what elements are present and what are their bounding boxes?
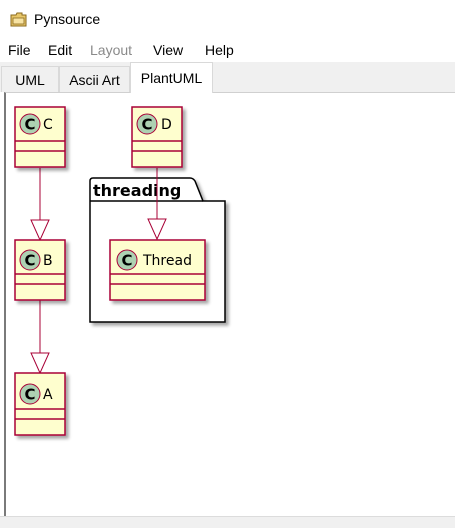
class-name-d: D [161, 117, 172, 133]
edge-b-to-a [30, 300, 50, 375]
status-bar [0, 516, 455, 528]
title-bar: Pynsource [0, 0, 455, 38]
stereotype-letter: C [141, 116, 152, 134]
stereotype-letter: C [24, 116, 35, 134]
menu-edit[interactable]: Edit [48, 42, 72, 58]
class-d[interactable]: C D [131, 106, 183, 168]
menu-view[interactable]: View [153, 42, 183, 58]
stereotype-letter: C [24, 252, 35, 270]
tab-plantuml[interactable]: PlantUML [130, 62, 213, 93]
edge-c-to-b [30, 168, 50, 242]
tab-bar: UML Ascii Art PlantUML [0, 62, 455, 93]
stereotype-letter: C [121, 252, 132, 270]
menu-bar: File Edit Layout View Help [0, 38, 455, 62]
folder-icon [10, 12, 27, 27]
class-name-b: B [43, 253, 53, 269]
class-thread[interactable]: C Thread [109, 239, 206, 301]
uml-diagram: threading C C C D C B C Thread C A [14, 106, 226, 436]
class-name-thread: Thread [142, 253, 192, 269]
tab-uml[interactable]: UML [1, 66, 59, 92]
class-c[interactable]: C C [14, 106, 66, 168]
menu-file[interactable]: File [8, 42, 31, 58]
window-title: Pynsource [34, 11, 101, 27]
package-label: threading [93, 181, 181, 200]
tab-ascii-art[interactable]: Ascii Art [59, 66, 130, 92]
menu-help[interactable]: Help [205, 42, 234, 58]
stereotype-letter: C [24, 386, 35, 404]
class-name-a: A [43, 387, 53, 403]
class-a[interactable]: C A [14, 372, 66, 436]
diagram-canvas[interactable]: threading C C C D C B C Thread C A [4, 92, 455, 516]
class-name-c: C [43, 117, 53, 133]
class-b[interactable]: C B [14, 239, 66, 301]
menu-layout[interactable]: Layout [90, 42, 132, 58]
